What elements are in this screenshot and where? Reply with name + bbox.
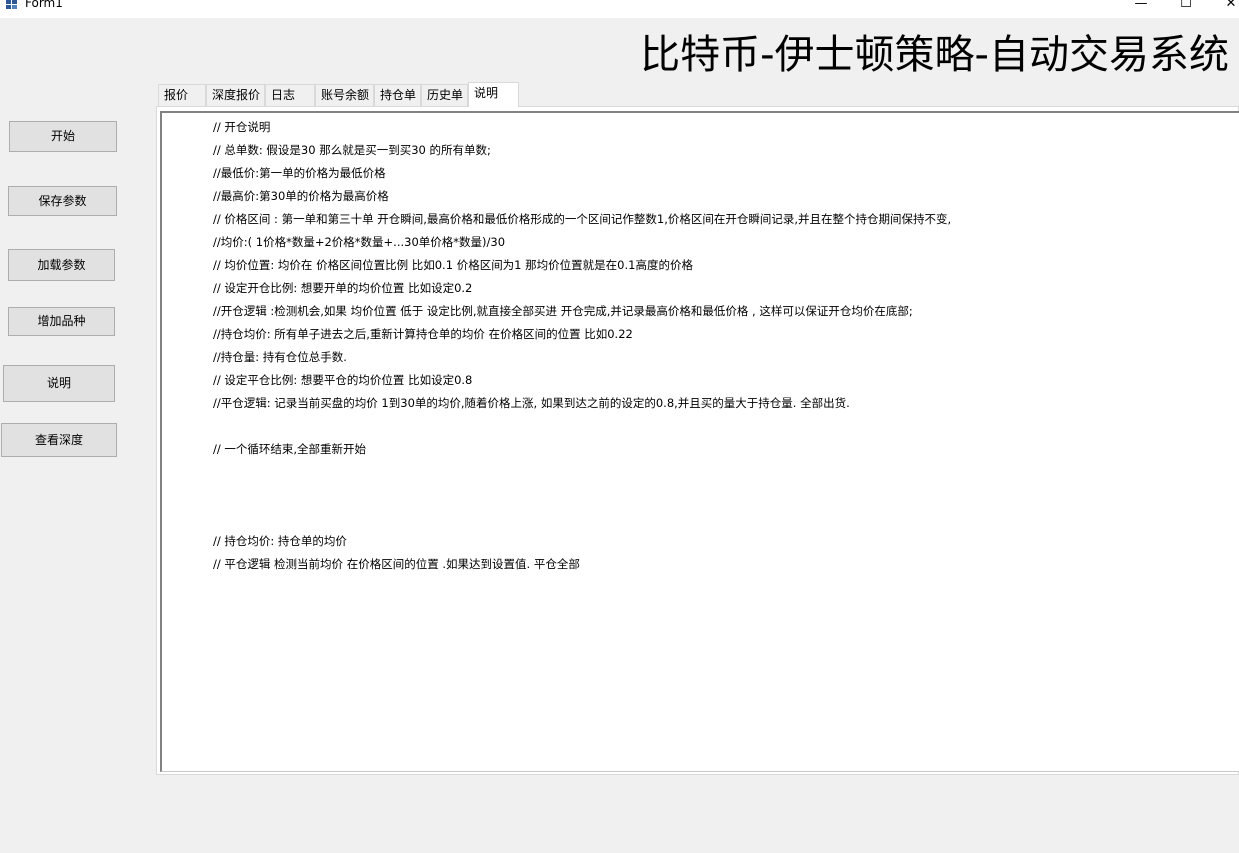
load-params-button[interactable]: 加载参数 bbox=[8, 249, 115, 281]
description-line: //平仓逻辑: 记录当前买盘的均价 1到30单的均价,随着价格上涨, 如果到达之… bbox=[213, 396, 850, 410]
maximize-icon[interactable]: ☐ bbox=[1163, 0, 1209, 14]
description-line: //均价:( 1价格*数量+2价格*数量+...30单价格*数量)/30 bbox=[213, 235, 506, 249]
description-line: // 平仓逻辑 检测当前均价 在价格区间的位置 .如果达到设置值. 平仓全部 bbox=[213, 557, 580, 571]
tab-depth-quote[interactable]: 深度报价 bbox=[206, 84, 265, 106]
description-textbox[interactable]: // 开仓说明 // 总单数: 假设是30 那么就是买一到买30 的所有单数; … bbox=[160, 111, 1239, 772]
tab-page-help: // 开仓说明 // 总单数: 假设是30 那么就是买一到买30 的所有单数; … bbox=[156, 106, 1239, 775]
minimize-icon[interactable]: — bbox=[1118, 0, 1164, 14]
save-params-button[interactable]: 保存参数 bbox=[8, 186, 117, 216]
description-line: //持仓均价: 所有单子进去之后,重新计算持仓单的均价 在价格区间的位置 比如0… bbox=[213, 327, 633, 341]
close-icon[interactable]: ✕ bbox=[1208, 0, 1239, 14]
tab-help[interactable]: 说明 bbox=[468, 82, 519, 107]
description-line: //持仓量: 持有仓位总手数. bbox=[213, 350, 347, 364]
title-bar: Form1 — ☐ ✕ bbox=[0, 0, 1239, 18]
description-line: // 一个循环结束,全部重新开始 bbox=[213, 442, 367, 456]
description-line: // 均价位置: 均价在 价格区间位置比例 比如0.1 价格区间为1 那均价位置… bbox=[213, 258, 693, 272]
help-button[interactable]: 说明 bbox=[3, 365, 115, 402]
app-headline: 比特币-伊士顿策略-自动交易系统 bbox=[640, 32, 1229, 78]
tab-log[interactable]: 日志 bbox=[265, 84, 315, 106]
tab-history[interactable]: 历史单 bbox=[421, 84, 468, 106]
description-line: //最低价:第一单的价格为最低价格 bbox=[213, 166, 386, 180]
description-line: // 总单数: 假设是30 那么就是买一到买30 的所有单数; bbox=[213, 143, 491, 157]
add-symbol-button[interactable]: 增加品种 bbox=[8, 307, 115, 336]
description-line: // 设定平仓比例: 想要平仓的均价位置 比如设定0.8 bbox=[213, 373, 473, 387]
description-line: // 开仓说明 bbox=[213, 120, 271, 134]
view-depth-button[interactable]: 查看深度 bbox=[1, 423, 117, 457]
tab-positions[interactable]: 持仓单 bbox=[374, 84, 421, 106]
description-line: //开仓逻辑 :检测机会,如果 均价位置 低于 设定比例,就直接全部买进 开仓完… bbox=[213, 304, 913, 318]
window-title: Form1 bbox=[25, 0, 63, 10]
description-line: //最高价:第30单的价格为最高价格 bbox=[213, 189, 389, 203]
tab-quote[interactable]: 报价 bbox=[158, 84, 206, 106]
app-icon bbox=[6, 0, 18, 9]
description-line: // 设定开仓比例: 想要开单的均价位置 比如设定0.2 bbox=[213, 281, 473, 295]
tab-account-balance[interactable]: 账号余额 bbox=[315, 84, 374, 106]
description-line: // 持仓均价: 持仓单的均价 bbox=[213, 534, 347, 548]
description-line: // 价格区间 : 第一单和第三十单 开仓瞬间,最高价格和最低价格形成的一个区间… bbox=[213, 212, 952, 226]
start-button[interactable]: 开始 bbox=[9, 121, 117, 152]
main-window: Form1 — ☐ ✕ 比特币-伊士顿策略-自动交易系统 开始 保存参数 加载参… bbox=[0, 0, 1239, 853]
